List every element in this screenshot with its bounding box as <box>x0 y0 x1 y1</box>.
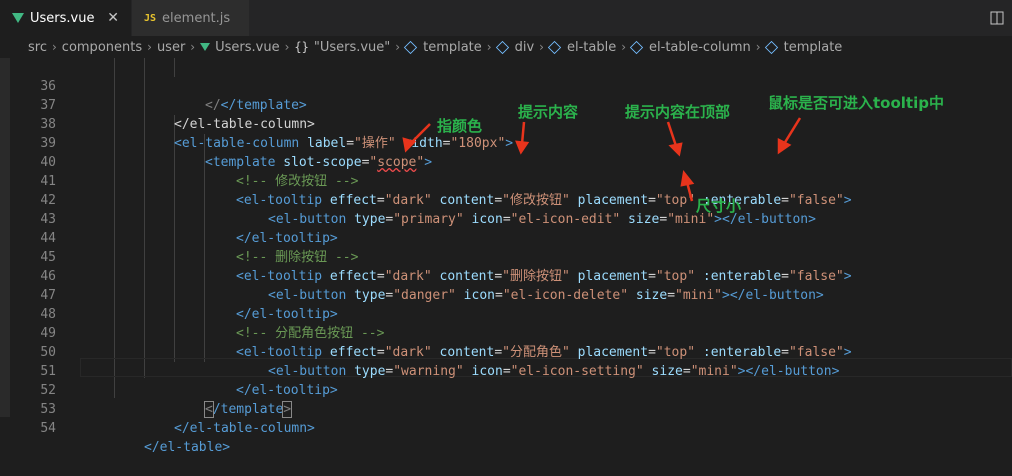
arrow-hint-placement <box>666 121 678 147</box>
close-icon[interactable]: ✕ <box>107 10 119 26</box>
code-editor[interactable]: 36 </</template> 37 </el-table-column> 3… <box>0 58 1012 455</box>
annotation-arrows <box>402 117 802 202</box>
braces-icon: {} <box>294 40 309 54</box>
arrow-hint-content <box>520 121 526 145</box>
tab-bar-spacer <box>250 0 982 36</box>
split-editor-icon[interactable] <box>982 0 1012 36</box>
chevron-right-icon: › <box>51 40 57 54</box>
breadcrumb: src › components › user › Users.vue › {}… <box>0 36 1012 58</box>
chevron-right-icon: › <box>147 40 152 54</box>
element-icon <box>629 40 644 54</box>
arrow-head <box>680 170 695 187</box>
chevron-right-icon: › <box>486 40 492 54</box>
tab-users-vue[interactable]: Users.vue ✕ <box>0 0 132 36</box>
chevron-right-icon: › <box>395 40 401 54</box>
breadcrumb-item[interactable]: template <box>423 40 482 55</box>
arrow-enterable <box>782 117 802 145</box>
breadcrumb-item[interactable]: "Users.vue" <box>314 40 390 55</box>
arrow-head <box>402 137 417 153</box>
breadcrumb-item[interactable]: user <box>157 40 185 55</box>
js-icon: JS <box>144 12 157 24</box>
chevron-right-icon: › <box>190 40 196 54</box>
tab-bar: Users.vue ✕ JS element.js <box>0 0 1012 36</box>
arrow-head <box>668 142 683 157</box>
chevron-right-icon: › <box>284 40 290 54</box>
tab-label: Users.vue <box>30 10 95 26</box>
vue-icon <box>200 43 211 51</box>
element-icon <box>547 40 562 54</box>
arrow-head <box>515 140 530 155</box>
breadcrumb-item[interactable]: el-table <box>567 40 616 55</box>
code-text: </el-table> <box>144 440 231 455</box>
code-text: </el-table-column> <box>174 421 315 436</box>
breadcrumb-item[interactable]: div <box>515 40 535 55</box>
vue-icon <box>12 13 24 23</box>
breadcrumb-item[interactable]: components <box>62 40 142 55</box>
breadcrumb-item[interactable]: src <box>28 40 47 55</box>
element-icon <box>403 40 418 54</box>
arrow-head <box>777 137 792 155</box>
chevron-right-icon: › <box>539 40 544 54</box>
element-icon <box>495 40 509 54</box>
tab-element-js[interactable]: JS element.js <box>132 0 250 36</box>
breadcrumb-item[interactable]: el-table-column <box>649 40 751 55</box>
chevron-right-icon: › <box>621 40 627 54</box>
line-number: 54 <box>40 421 56 436</box>
chevron-right-icon: › <box>755 40 761 54</box>
element-icon <box>764 40 778 54</box>
breadcrumb-item[interactable]: Users.vue <box>215 40 279 55</box>
breadcrumb-item[interactable]: template <box>784 40 843 55</box>
tab-label: element.js <box>162 10 231 26</box>
